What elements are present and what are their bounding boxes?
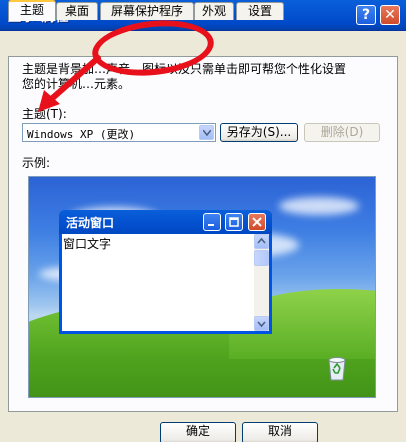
preview-window-body: 窗口文字 (62, 234, 269, 331)
annotation-arrow-icon (38, 55, 101, 112)
recycle-bin-icon[interactable] (326, 355, 348, 381)
tab-desktop[interactable]: 桌面 (56, 2, 98, 20)
tab-screensaver[interactable]: 屏幕保护程序 (100, 2, 194, 20)
scroll-down-icon (254, 316, 269, 331)
theme-select[interactable]: Windows XP (更改) (22, 123, 216, 142)
scroll-thumb (254, 250, 269, 266)
save-as-button[interactable]: 另存为(S)... (220, 123, 298, 142)
ok-button[interactable]: 确定 (160, 422, 236, 442)
preview-window-title: 活动窗口 (66, 216, 115, 230)
close-button[interactable]: ✕ (380, 5, 400, 25)
tab-appearance[interactable]: 外观 (194, 2, 234, 20)
preview-window-text: 窗口文字 (63, 237, 112, 251)
cancel-button[interactable]: 取消 (242, 422, 318, 442)
scroll-up-icon (254, 234, 269, 249)
theme-select-value: Windows XP (更改) (27, 128, 136, 141)
tab-settings[interactable]: 设置 (236, 2, 284, 20)
chevron-down-icon[interactable] (199, 125, 214, 140)
maximize-icon (225, 213, 243, 231)
preview-title-bar: 活动窗口 (59, 210, 272, 234)
cloud (279, 197, 359, 215)
close-icon (248, 213, 266, 231)
tab-theme[interactable]: 主题 (8, 0, 56, 21)
delete-button[interactable]: 删除(D) (304, 123, 380, 142)
minimize-icon (203, 213, 221, 231)
help-button[interactable]: ? (356, 5, 376, 25)
sample-label: 示例: (22, 156, 51, 170)
display-properties-dialog: 显示 属性 ? ✕ 主题 桌面 屏幕保护程序 外观 设置 主题是背景加…声音、图… (0, 0, 406, 442)
preview-active-window: 活动窗口 窗口文字 (59, 210, 272, 334)
preview-scrollbar (254, 234, 269, 331)
